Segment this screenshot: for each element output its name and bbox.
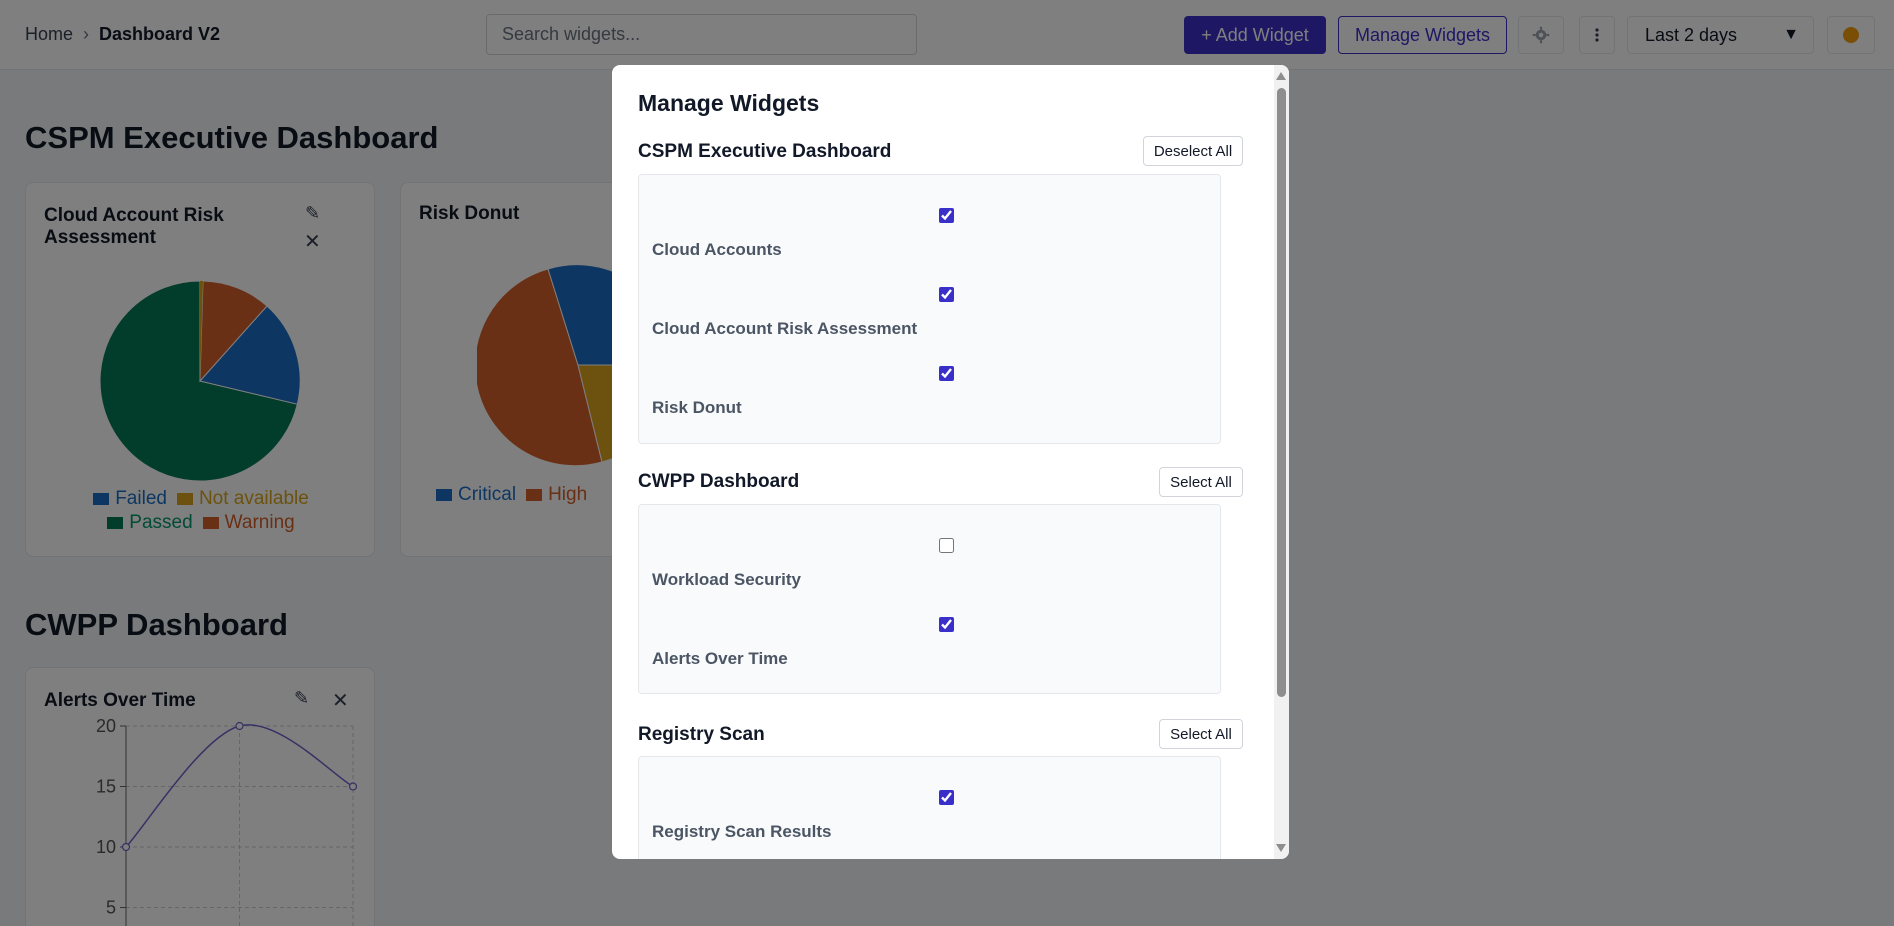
modal-scrollbar[interactable] xyxy=(1274,65,1289,859)
select-all-button[interactable]: Select All xyxy=(1159,467,1243,497)
checkbox-registry-scan-results[interactable] xyxy=(939,790,954,805)
option-label: Workload Security xyxy=(652,570,801,589)
group-title-cspm: CSPM Executive Dashboard xyxy=(638,141,892,162)
scroll-down-icon[interactable] xyxy=(1276,844,1286,852)
widget-option-registry-scan-results: Registry Scan Results xyxy=(639,790,1220,859)
checkbox-cloud-accounts[interactable] xyxy=(939,208,954,223)
group-box-cspm: Cloud Accounts Cloud Account Risk Assess… xyxy=(638,174,1221,444)
select-all-button[interactable]: Select All xyxy=(1159,719,1243,749)
option-label: Registry Scan Results xyxy=(652,822,832,841)
group-box-registry-scan: Registry Scan Results xyxy=(638,756,1221,859)
group-title-cwpp: CWPP Dashboard xyxy=(638,471,800,492)
widget-option-cloud-account-risk: Cloud Account Risk Assessment xyxy=(639,287,1220,366)
checkbox-cloud-account-risk[interactable] xyxy=(939,287,954,302)
option-label: Risk Donut xyxy=(652,398,742,417)
manage-widgets-modal: Manage Widgets CSPM Executive Dashboard … xyxy=(612,65,1289,859)
widget-option-risk-donut: Risk Donut xyxy=(639,366,1220,445)
checkbox-workload-security[interactable] xyxy=(939,538,954,553)
scrollbar-thumb[interactable] xyxy=(1277,88,1286,697)
option-label: Cloud Account Risk Assessment xyxy=(652,319,918,338)
option-label: Cloud Accounts xyxy=(652,240,782,259)
checkbox-alerts-over-time[interactable] xyxy=(939,617,954,632)
widget-option-cloud-accounts: Cloud Accounts xyxy=(639,208,1220,287)
widget-option-workload-security: Workload Security xyxy=(639,538,1220,617)
group-title-registry-scan: Registry Scan xyxy=(638,724,765,745)
checkbox-risk-donut[interactable] xyxy=(939,366,954,381)
scroll-up-icon[interactable] xyxy=(1276,72,1286,80)
modal-title: Manage Widgets xyxy=(638,90,820,116)
option-label: Alerts Over Time xyxy=(652,649,788,668)
widget-option-alerts-over-time: Alerts Over Time xyxy=(639,617,1220,696)
deselect-all-button[interactable]: Deselect All xyxy=(1143,136,1243,166)
group-box-cwpp: Workload Security Alerts Over Time xyxy=(638,504,1221,694)
